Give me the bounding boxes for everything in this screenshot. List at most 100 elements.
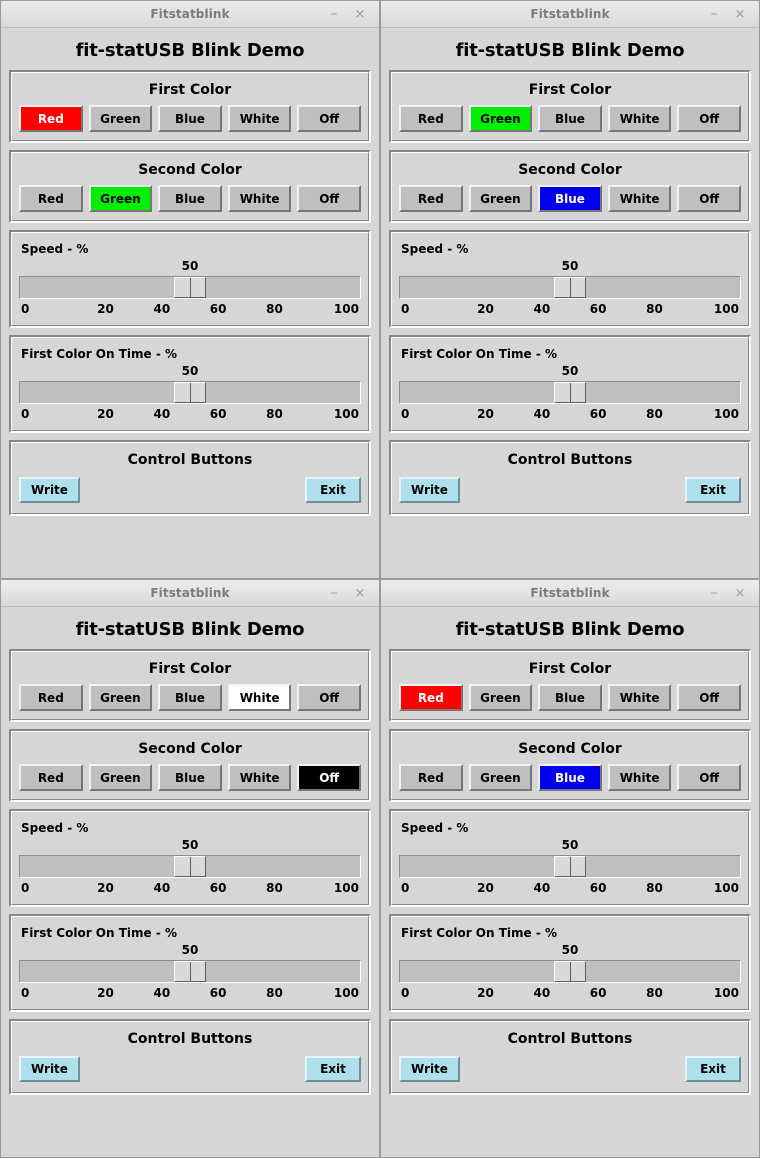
- write-button[interactable]: Write: [399, 1056, 460, 1082]
- second-color-button-blue[interactable]: Blue: [538, 764, 602, 791]
- titlebar[interactable]: Fitstatblink – ×: [1, 1, 379, 28]
- first-color-button-red[interactable]: Red: [19, 684, 83, 711]
- close-icon[interactable]: ×: [734, 587, 746, 600]
- speed-slider-value: 50: [561, 259, 579, 273]
- first-color-button-green[interactable]: Green: [468, 105, 533, 132]
- first-color-button-red[interactable]: Red: [399, 684, 463, 711]
- speed-slider-handle[interactable]: [554, 856, 586, 877]
- first-color-button-blue[interactable]: Blue: [538, 105, 602, 132]
- speed-group: Speed - % 50 0 20 40 60 80 100: [389, 230, 751, 328]
- first-color-button-white[interactable]: White: [227, 684, 292, 711]
- second-color-button-red[interactable]: Red: [19, 185, 83, 212]
- first-color-button-green[interactable]: Green: [88, 684, 153, 711]
- second-color-button-green[interactable]: Green: [88, 764, 153, 791]
- on-time-slider-handle[interactable]: [554, 961, 586, 982]
- on-time-slider-ticks: 0 20 40 60 80 100: [19, 983, 361, 1001]
- write-button[interactable]: Write: [19, 477, 80, 503]
- speed-slider-handle[interactable]: [174, 277, 206, 298]
- close-icon[interactable]: ×: [734, 8, 746, 21]
- second-color-button-green[interactable]: Green: [468, 185, 533, 212]
- minimize-icon[interactable]: –: [708, 7, 720, 21]
- on-time-slider-handle[interactable]: [554, 382, 586, 403]
- second-color-button-blue[interactable]: Blue: [158, 185, 222, 212]
- control-buttons-group-inner: Control Buttons Write Exit: [391, 1021, 749, 1093]
- second-color-button-white[interactable]: White: [607, 764, 672, 791]
- first-color-button-white[interactable]: White: [607, 105, 672, 132]
- second-color-button-white[interactable]: White: [227, 764, 292, 791]
- on-time-slider-value: 50: [181, 943, 199, 957]
- close-icon[interactable]: ×: [354, 8, 366, 21]
- second-color-button-white[interactable]: White: [227, 185, 292, 212]
- exit-button[interactable]: Exit: [305, 477, 361, 503]
- on-time-slider-handle[interactable]: [174, 382, 206, 403]
- first-color-button-off[interactable]: Off: [297, 105, 361, 132]
- second-color-button-off[interactable]: Off: [297, 185, 361, 212]
- second-color-button-red[interactable]: Red: [399, 185, 463, 212]
- second-color-button-green[interactable]: Green: [88, 185, 153, 212]
- control-buttons-group-title: Control Buttons: [127, 1031, 253, 1047]
- second-color-button-blue[interactable]: Blue: [538, 185, 602, 212]
- speed-slider-handle[interactable]: [174, 856, 206, 877]
- speed-slider-track[interactable]: [399, 276, 741, 299]
- control-buttons-group: Control Buttons Write Exit: [389, 1019, 751, 1095]
- second-color-group-inner: Second Color Red Green Blue White Off: [391, 731, 749, 800]
- speed-slider-ticks: 0 20 40 60 80 100: [19, 299, 361, 317]
- close-icon[interactable]: ×: [354, 587, 366, 600]
- speed-slider-tick: 80: [646, 881, 663, 895]
- first-color-button-green[interactable]: Green: [88, 105, 153, 132]
- speed-slider-tick: 80: [646, 302, 663, 316]
- on-time-slider-handle[interactable]: [174, 961, 206, 982]
- first-color-button-red[interactable]: Red: [399, 105, 463, 132]
- speed-slider-track[interactable]: [19, 855, 361, 878]
- first-color-button-green[interactable]: Green: [468, 684, 533, 711]
- second-color-button-white[interactable]: White: [607, 185, 672, 212]
- speed-slider-tick: 20: [477, 302, 494, 316]
- on-time-slider-track[interactable]: [19, 381, 361, 404]
- on-time-group: First Color On Time - % 50 0 20 40 60 80 100: [9, 335, 371, 433]
- window-top-right: Fitstatblink – × fit-statUSB Blink Demo Firs…: [380, 0, 760, 579]
- speed-slider-track[interactable]: [19, 276, 361, 299]
- write-button[interactable]: Write: [19, 1056, 80, 1082]
- second-color-button-off[interactable]: Off: [297, 764, 361, 791]
- on-time-slider-track[interactable]: [19, 960, 361, 983]
- minimize-icon[interactable]: –: [328, 586, 340, 600]
- second-color-button-off[interactable]: Off: [677, 185, 741, 212]
- minimize-icon[interactable]: –: [708, 586, 720, 600]
- first-color-button-blue[interactable]: Blue: [538, 684, 602, 711]
- titlebar[interactable]: Fitstatblink – ×: [1, 580, 379, 607]
- first-color-button-white[interactable]: White: [607, 684, 672, 711]
- speed-group: Speed - % 50 0 20 40 60 80 100: [9, 809, 371, 907]
- first-color-group-inner: First Color Red Green Blue White Off: [11, 72, 369, 141]
- exit-button[interactable]: Exit: [685, 1056, 741, 1082]
- first-color-button-blue[interactable]: Blue: [158, 105, 222, 132]
- speed-slider-tick: 60: [589, 302, 607, 316]
- on-time-slider-track[interactable]: [399, 381, 741, 404]
- titlebar[interactable]: Fitstatblink – ×: [381, 1, 759, 28]
- on-time-slider-track[interactable]: [399, 960, 741, 983]
- first-color-button-off[interactable]: Off: [677, 105, 741, 132]
- first-color-group-title: First Color: [148, 82, 232, 98]
- first-color-button-white[interactable]: White: [227, 105, 292, 132]
- second-color-button-blue[interactable]: Blue: [158, 764, 222, 791]
- speed-slider-track[interactable]: [399, 855, 741, 878]
- control-buttons-group-title: Control Buttons: [507, 452, 633, 468]
- second-color-button-red[interactable]: Red: [19, 764, 83, 791]
- first-color-button-off[interactable]: Off: [297, 684, 361, 711]
- minimize-icon[interactable]: –: [328, 7, 340, 21]
- titlebar-buttons: – ×: [328, 7, 379, 21]
- first-color-button-blue[interactable]: Blue: [158, 684, 222, 711]
- speed-slider-handle[interactable]: [554, 277, 586, 298]
- on-time-slider-tick: 100: [333, 407, 359, 421]
- first-color-button-off[interactable]: Off: [677, 684, 741, 711]
- titlebar[interactable]: Fitstatblink – ×: [381, 580, 759, 607]
- second-color-button-red[interactable]: Red: [399, 764, 463, 791]
- speed-slider-tick: 80: [266, 881, 283, 895]
- second-color-button-green[interactable]: Green: [468, 764, 533, 791]
- second-color-button-off[interactable]: Off: [677, 764, 741, 791]
- control-buttons-group-inner: Control Buttons Write Exit: [391, 442, 749, 514]
- first-color-button-red[interactable]: Red: [19, 105, 83, 132]
- exit-button[interactable]: Exit: [685, 477, 741, 503]
- write-button[interactable]: Write: [399, 477, 460, 503]
- exit-button[interactable]: Exit: [305, 1056, 361, 1082]
- client-area: fit-statUSB Blink Demo First Color Red Gree…: [381, 28, 759, 578]
